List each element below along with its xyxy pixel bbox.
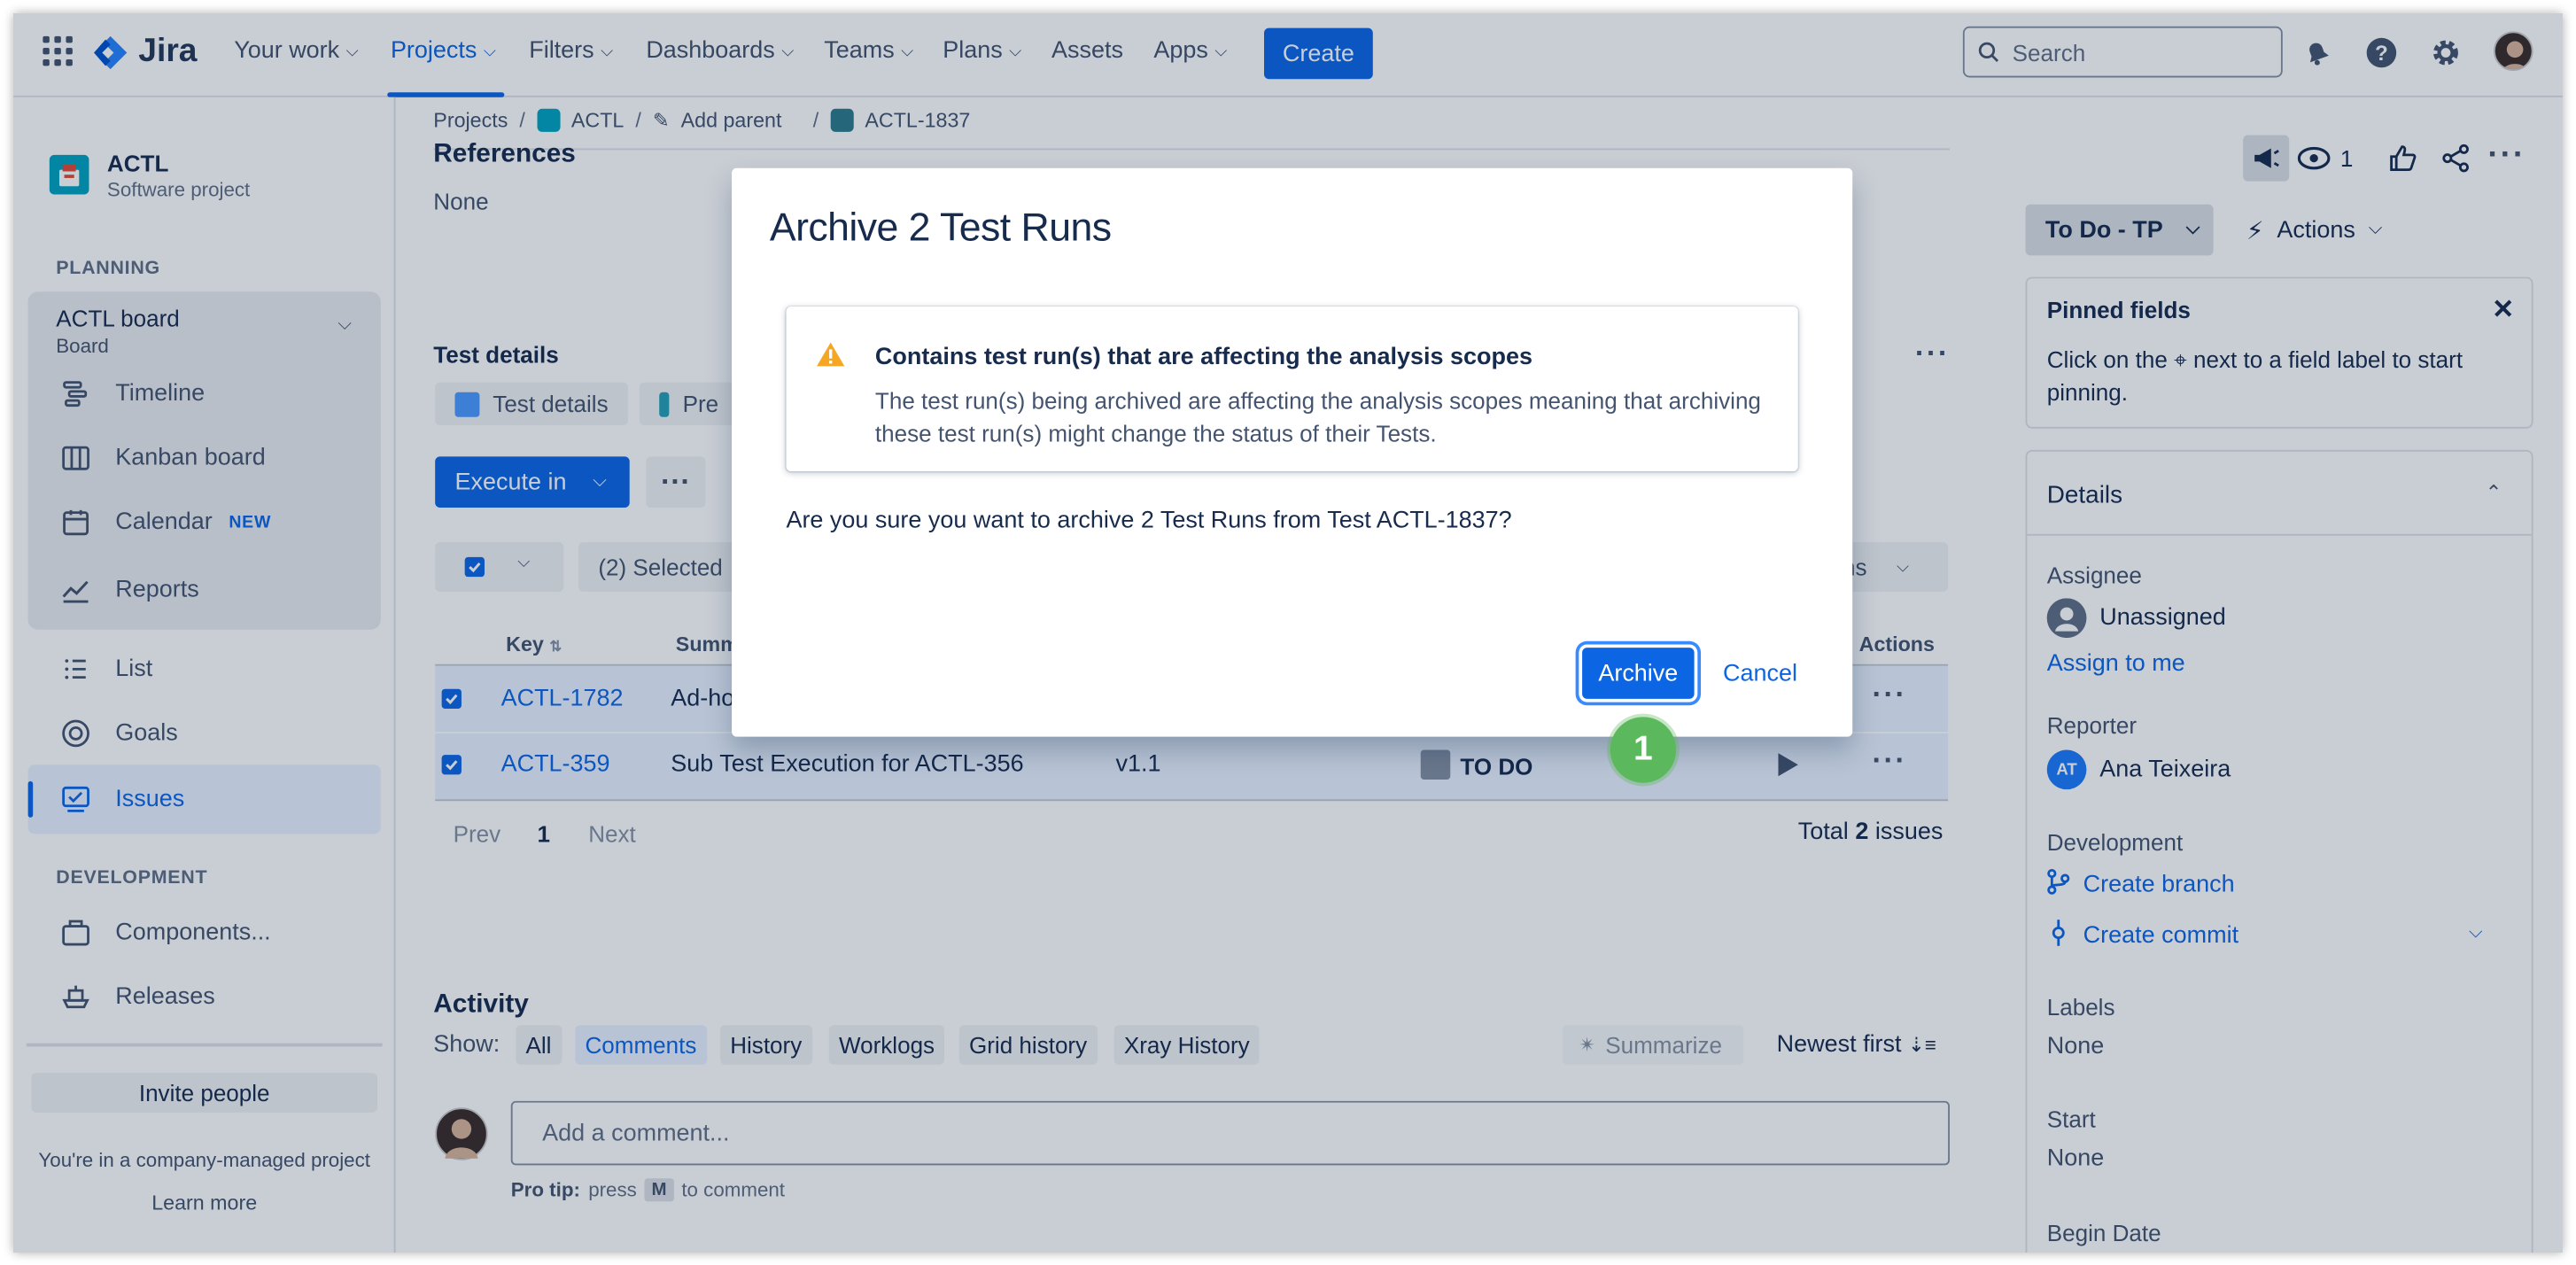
archive-button[interactable]: Archive (1582, 648, 1695, 699)
warning-text: The test run(s) being archived are affec… (874, 387, 1761, 447)
cancel-button[interactable]: Cancel (1714, 648, 1806, 699)
confirmation-text: Are you sure you want to archive 2 Test … (786, 508, 1512, 534)
jira-window: Jira Your work ⌵ Projects ⌵ Filters ⌵ Dashb… (12, 12, 2564, 1253)
archive-test-runs-dialog: Archive 2 Test Runs Contains test run(s)… (732, 167, 1853, 737)
step-number-marker: 1 (1610, 717, 1677, 783)
warning-message: Contains test run(s) that are affecting … (786, 307, 1798, 472)
warning-title: Contains test run(s) that are affecting … (874, 344, 1533, 371)
warning-icon (816, 341, 845, 376)
dialog-title: Archive 2 Test Runs (769, 206, 1112, 251)
